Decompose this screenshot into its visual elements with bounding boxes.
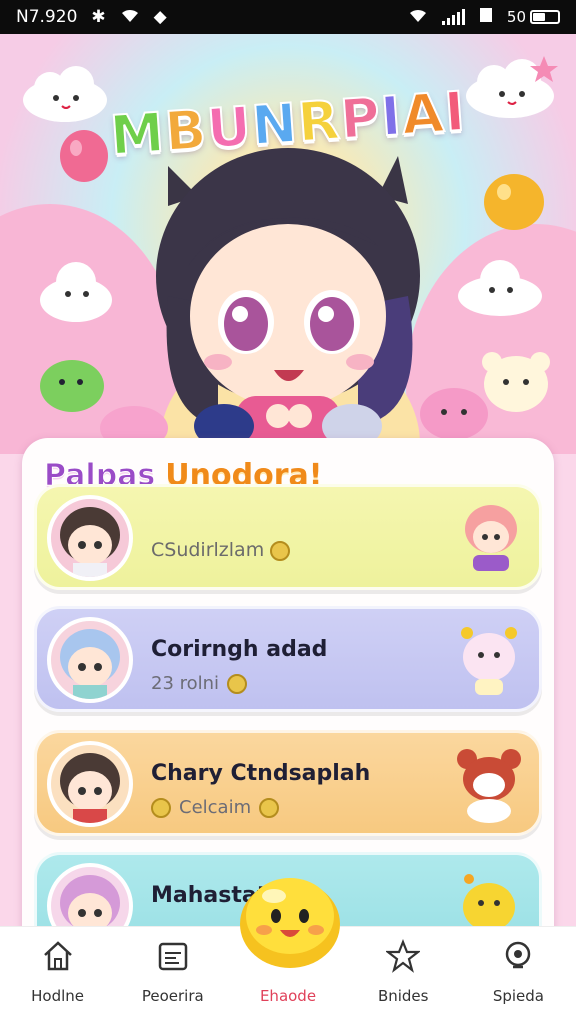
hero-banner: MBUNRPIAI (0, 34, 576, 454)
nav-item-home[interactable]: Hodlne (0, 927, 115, 1025)
avatar (47, 495, 133, 581)
nav-label: Spieda (492, 987, 544, 1005)
nav-label: Bnides (377, 987, 429, 1005)
list-card[interactable]: Corirngh adad 23 rolni (34, 606, 542, 712)
nav-item-search[interactable]: Spieda (461, 927, 576, 1025)
bluetooth-icon: ✱ (91, 6, 106, 27)
coin-icon (259, 797, 280, 818)
list-card[interactable]: Chary Ctndsaplah Celcaim (34, 730, 542, 836)
coin-icon (227, 673, 248, 694)
bear-sticker-icon (457, 749, 521, 823)
location-icon: ◆ (153, 6, 167, 27)
nav-label: Hodlne (31, 987, 85, 1005)
avatar (47, 617, 133, 703)
nav-label: Peoerira (141, 987, 204, 1005)
battery-icon (530, 10, 560, 24)
coin-icon (151, 797, 171, 818)
coin-icon (270, 540, 291, 561)
card-title: CSudirlzlam (151, 539, 291, 561)
chibi-sticker-icon (465, 505, 517, 571)
wifi-icon (120, 8, 140, 27)
sim-icon (479, 7, 493, 27)
mascot-girl-illustration (156, 148, 420, 454)
nav-label: Ehaode (259, 987, 317, 1005)
cloud-face-icon (458, 260, 542, 316)
bunny-sticker-icon (461, 627, 517, 695)
cloud-face-icon (40, 262, 112, 322)
home-icon (43, 941, 72, 971)
battery-indicator: 50 (507, 8, 560, 26)
balloon-icon (484, 174, 544, 230)
status-bar: N7.920 ✱ ◆ 50 (0, 0, 576, 34)
search-icon (506, 941, 531, 969)
calendar-icon (158, 942, 188, 971)
nav-item-calendar[interactable]: Peoerira (115, 927, 230, 1025)
avatar (47, 741, 133, 827)
signal-icon (441, 9, 465, 25)
battery-label: 50 (506, 8, 526, 26)
card-subtitle: 23 rolni (151, 673, 248, 694)
star-icon (386, 939, 421, 973)
card-subtitle: Celcaim (151, 797, 280, 818)
status-time: N7.920 (16, 7, 78, 27)
wifi-icon (408, 8, 428, 27)
mascot-icon[interactable] (238, 870, 342, 970)
card-title: Chary Ctndsaplah (151, 761, 371, 786)
list-card[interactable]: CSudirlzlam (34, 484, 542, 590)
nav-item-favorites[interactable]: Bnides (346, 927, 461, 1025)
card-title: Corirngh adad (151, 637, 328, 662)
